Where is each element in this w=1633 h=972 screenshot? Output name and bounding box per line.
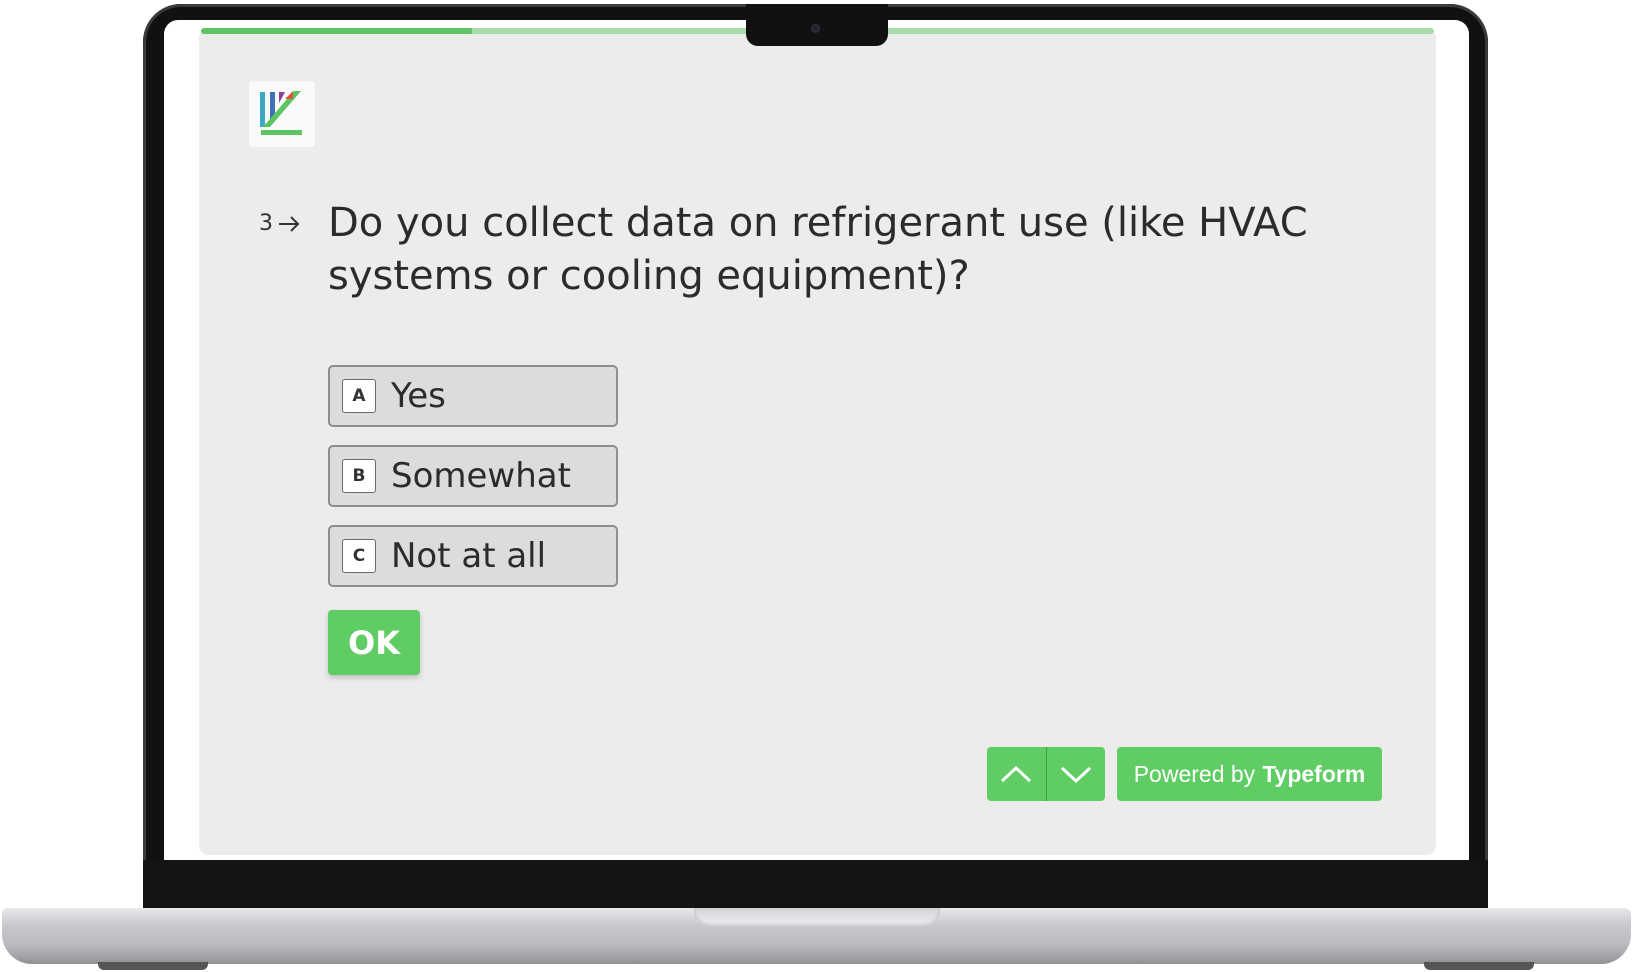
powered-by-typeform-link[interactable]: Powered by Typeform	[1117, 747, 1382, 801]
question-number-label: 3	[259, 211, 273, 236]
question-number: 3	[259, 211, 301, 236]
choice-not-at-all[interactable]: C Not at all	[328, 525, 618, 587]
progress-fill	[201, 28, 473, 34]
choice-somewhat[interactable]: B Somewhat	[328, 445, 618, 507]
chevron-down-icon	[1060, 766, 1091, 784]
choice-label: Somewhat	[391, 456, 571, 496]
choice-key: A	[342, 379, 376, 413]
choice-label: Yes	[391, 376, 446, 416]
next-question-button[interactable]	[1047, 747, 1106, 801]
laptop-opening-notch	[694, 908, 940, 926]
laptop-foot-right	[1424, 962, 1534, 970]
screen-bezel-bottom	[143, 860, 1488, 908]
choice-label: Not at all	[391, 536, 547, 576]
powered-by-brand: Typeform	[1262, 760, 1366, 787]
navigation-controls	[987, 747, 1105, 801]
form-panel	[199, 28, 1436, 855]
question-title: Do you collect data on refrigerant use (…	[328, 200, 1308, 299]
previous-question-button[interactable]	[987, 747, 1046, 801]
powered-by-prefix: Powered by	[1133, 760, 1256, 787]
ok-button[interactable]: OK	[328, 610, 420, 675]
laptop-foot-left	[98, 962, 208, 970]
choice-key: C	[342, 539, 376, 573]
choice-key: B	[342, 459, 376, 493]
chevron-up-icon	[1001, 765, 1032, 783]
arrow-right-icon	[279, 215, 300, 232]
camera-icon	[811, 24, 820, 33]
choice-yes[interactable]: A Yes	[328, 365, 618, 427]
brand-logo	[249, 81, 315, 147]
